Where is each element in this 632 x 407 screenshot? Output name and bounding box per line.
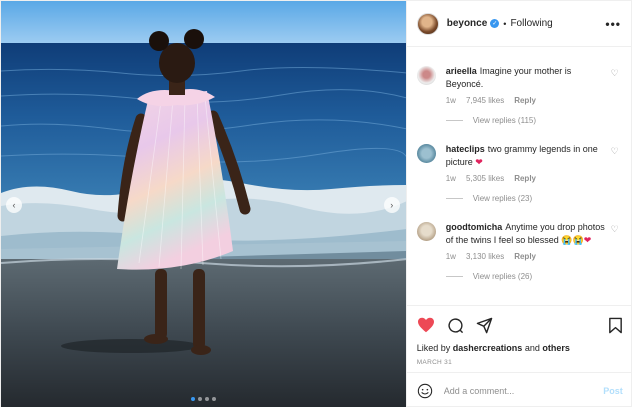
carousel-indicator [1, 397, 406, 401]
carousel-dot [197, 397, 202, 401]
post-comment-button[interactable]: Post [603, 386, 623, 396]
replies-divider [445, 120, 463, 121]
post-header: beyonce ✓ • Following ••• [406, 1, 631, 47]
comment-meta: 1w 7,945 likes Reply [446, 96, 606, 105]
instagram-post: ‹ › beyonce ✓ • Following ••• arieella I… [0, 0, 632, 407]
view-replies-label: View replies (23) [472, 194, 533, 203]
comment-bubble-icon[interactable] [447, 317, 464, 334]
comment-age[interactable]: 1w [446, 252, 456, 261]
view-replies-button[interactable]: View replies (23) [445, 194, 606, 203]
commenter-username[interactable]: arieella [446, 66, 477, 76]
comment-meta: 1w 3,130 likes Reply [446, 252, 606, 261]
comment-emoji: ❤ [475, 156, 483, 167]
verified-badge-icon: ✓ [490, 19, 500, 28]
replies-divider [445, 198, 463, 199]
liked-by-and: and [524, 343, 540, 353]
emoji-smiley-icon[interactable] [417, 383, 433, 399]
commenter-avatar[interactable] [416, 66, 436, 85]
bookmark-icon[interactable] [608, 317, 623, 334]
comment-likes[interactable]: 3,130 likes [466, 252, 504, 261]
following-button[interactable]: Following [510, 18, 552, 29]
header-separator: • [503, 18, 507, 29]
liked-by-summary: Liked by dashercreations and others [417, 343, 623, 353]
share-paper-plane-icon[interactable] [476, 317, 493, 334]
liked-by-prefix: Liked by [416, 343, 451, 353]
post-photo[interactable]: ‹ › [1, 1, 406, 407]
comment-likes[interactable]: 5,305 likes [466, 174, 504, 183]
liked-by-user[interactable]: dashercreations [453, 343, 523, 353]
comment-like-heart-icon[interactable]: ♡ [611, 224, 619, 235]
comment-age[interactable]: 1w [446, 174, 456, 183]
reply-button[interactable]: Reply [514, 96, 536, 105]
view-replies-button[interactable]: View replies (115) [445, 116, 606, 125]
comment-text-block: hateclips two grammy legends in one pictu… [446, 143, 606, 168]
comment-age[interactable]: 1w [446, 96, 456, 105]
commenter-avatar[interactable] [416, 144, 436, 163]
replies-divider [445, 276, 463, 277]
view-replies-label: View replies (115) [472, 116, 537, 125]
author-username[interactable]: beyonce [447, 18, 488, 29]
like-heart-icon[interactable] [417, 317, 435, 333]
comment-text-block: arieella Imagine your mother is Beyoncé. [446, 65, 606, 90]
commenter-avatar[interactable] [416, 222, 436, 241]
comment-input[interactable] [443, 385, 598, 396]
liked-by-others[interactable]: others [542, 343, 570, 353]
comment-item: goodtomicha Anytime you drop photos of th… [416, 221, 623, 281]
more-options-icon[interactable]: ••• [605, 17, 621, 31]
post-date[interactable]: MARCH 31 [417, 359, 623, 366]
post-side-panel: beyonce ✓ • Following ••• arieella Imagin… [405, 1, 632, 407]
carousel-dot [211, 397, 216, 401]
carousel-dot [204, 397, 209, 401]
previous-slide-button[interactable]: ‹ [6, 197, 22, 213]
comment-item: hateclips two grammy legends in one pictu… [416, 143, 623, 203]
comment-like-heart-icon[interactable]: ♡ [611, 146, 619, 157]
post-actions: Liked by dashercreations and others MARC… [406, 305, 632, 366]
comment-item: arieella Imagine your mother is Beyoncé. … [416, 65, 623, 125]
comment-meta: 1w 5,305 likes Reply [446, 174, 606, 183]
comment-emoji: 😭😭❤ [561, 234, 592, 245]
comment-like-heart-icon[interactable]: ♡ [611, 68, 619, 79]
reply-button[interactable]: Reply [514, 174, 536, 183]
view-replies-button[interactable]: View replies (26) [445, 272, 606, 281]
commenter-username[interactable]: goodtomicha [446, 222, 503, 232]
chevron-right-icon: › [390, 200, 394, 210]
view-replies-label: View replies (26) [472, 272, 533, 281]
beach-photo-illustration [1, 1, 406, 407]
reply-button[interactable]: Reply [514, 252, 536, 261]
commenter-username[interactable]: hateclips [446, 144, 485, 154]
carousel-dot [190, 397, 195, 401]
action-bar [417, 314, 623, 336]
add-comment-bar: Post [406, 372, 632, 407]
chevron-left-icon: ‹ [12, 200, 16, 210]
next-slide-button[interactable]: › [383, 197, 400, 213]
comment-text-block: goodtomicha Anytime you drop photos of th… [446, 221, 606, 246]
author-avatar[interactable] [416, 12, 439, 35]
comments-list[interactable]: arieella Imagine your mother is Beyoncé. … [407, 47, 632, 303]
comment-likes[interactable]: 7,945 likes [466, 96, 504, 105]
